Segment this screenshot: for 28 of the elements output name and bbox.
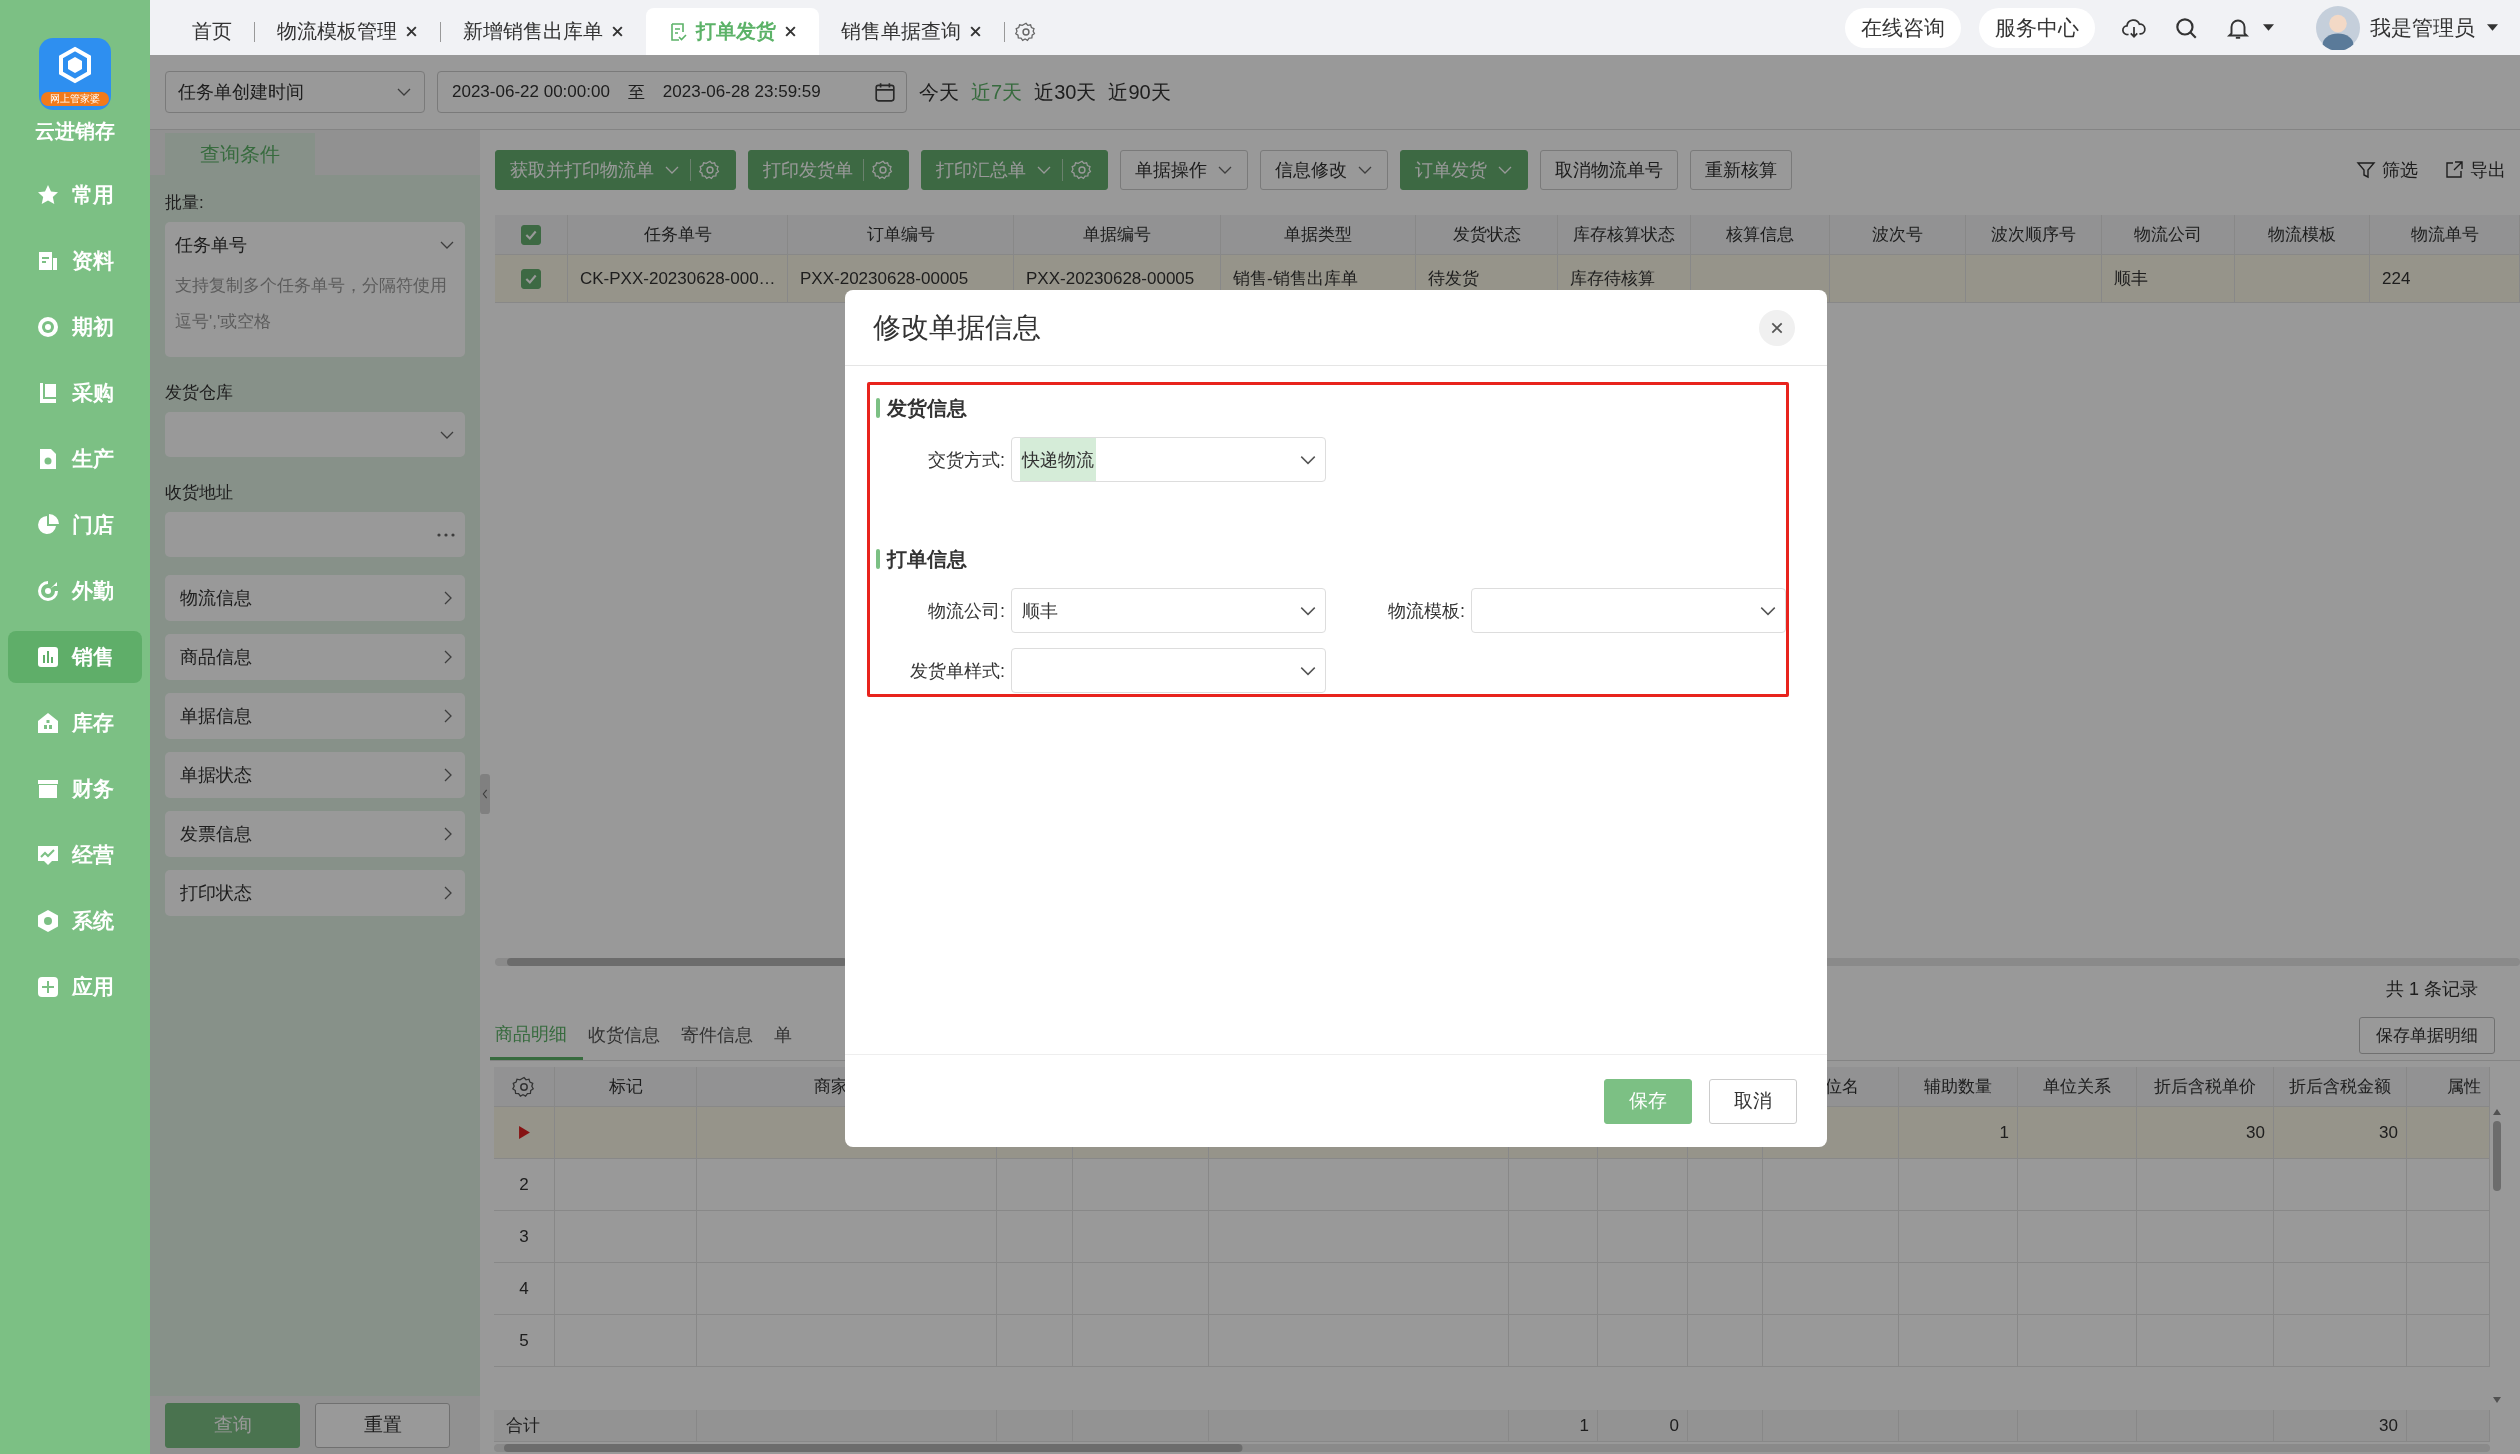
app-name: 云进销存 (35, 119, 115, 144)
totals-label: 合计 (494, 1410, 555, 1442)
field-label: 收货地址 (165, 482, 234, 504)
table-cell: 1 (1899, 1107, 2018, 1159)
table-cell: CK-PXX-20230628-000… (568, 255, 788, 303)
record-count: 共 1 条记录 (2386, 978, 2478, 1001)
table-cell: 224 (2370, 255, 2520, 303)
field-label: 物流模板: (1387, 599, 1466, 623)
total-cell: 30 (2274, 1410, 2407, 1442)
section-title: 发货信息 (887, 395, 967, 421)
field-label: 物流公司: (927, 599, 1006, 623)
field-label: 批量: (165, 192, 205, 214)
row-number: 5 (494, 1315, 555, 1367)
placeholder-text: 支持复制多个任务单号，分隔符使用逗号','或空格 (175, 275, 448, 333)
field-label: 交货方式: (927, 448, 1006, 472)
total-cell: 0 (1598, 1410, 1688, 1442)
row-number: 3 (494, 1211, 555, 1263)
logo-badge: 网上管家婆 (41, 92, 109, 106)
table-cell: 顺丰 (2102, 255, 2235, 303)
section-title: 打单信息 (887, 546, 967, 572)
field-label: 发货仓库 (165, 382, 234, 404)
total-cell: 1 (1509, 1410, 1598, 1442)
row-number: 2 (494, 1159, 555, 1211)
table-cell: 30 (2137, 1107, 2274, 1159)
field-label: 发货单样式: (909, 659, 1006, 683)
table-cell: 30 (2274, 1107, 2407, 1159)
dialog-title: 修改单据信息 (873, 310, 1041, 345)
row-number: 4 (494, 1263, 555, 1315)
